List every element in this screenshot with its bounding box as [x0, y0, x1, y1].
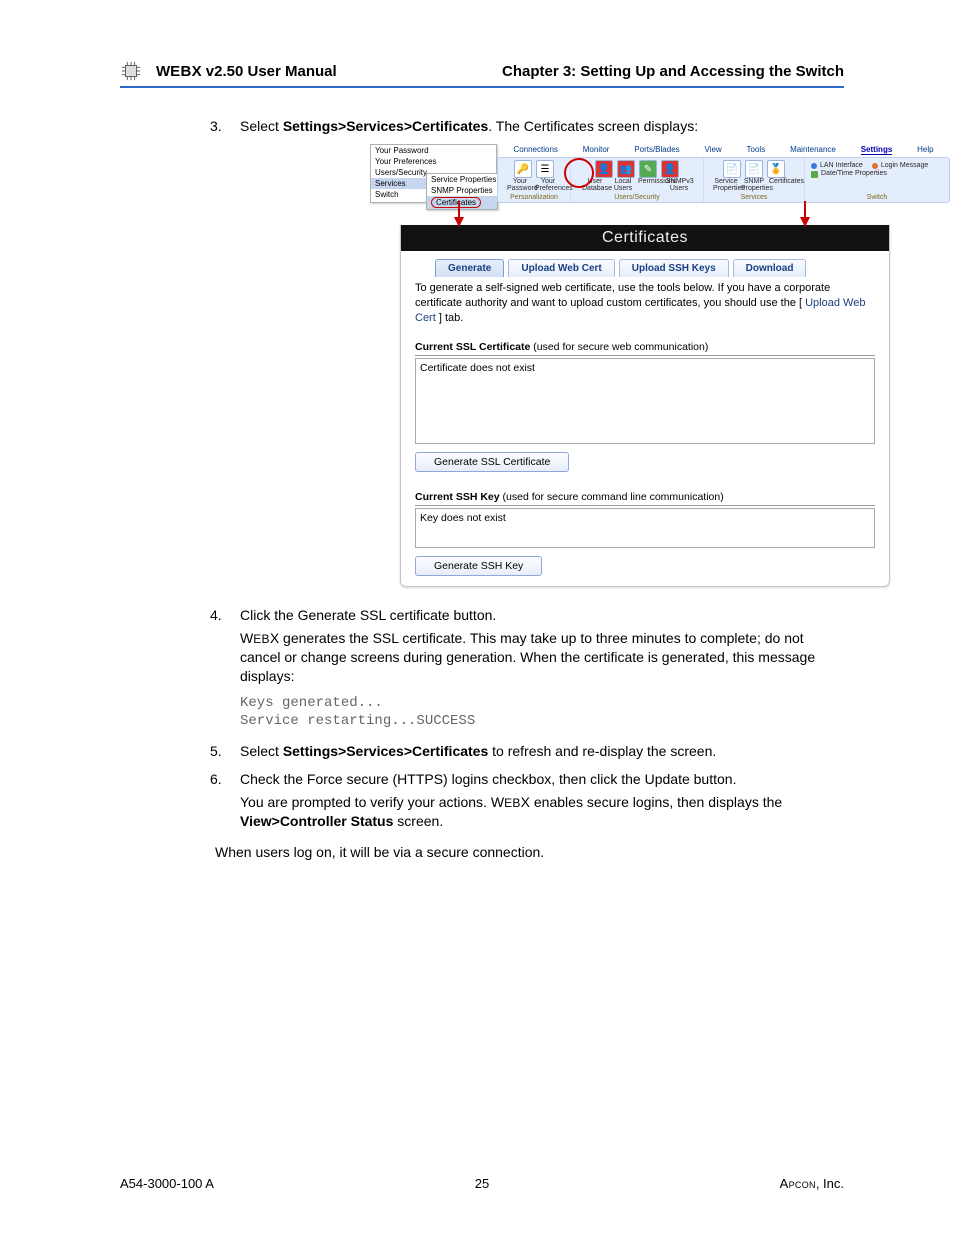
menu-view[interactable]: View: [704, 145, 721, 155]
callout-arrows: [370, 203, 950, 231]
embedded-screenshot: Your Password Your Preferences Users/Sec…: [370, 144, 950, 587]
ssl-cert-textbox: Certificate does not exist: [415, 358, 875, 444]
tab-generate[interactable]: Generate: [435, 259, 504, 277]
step-4-paragraph: WEBX generates the SSL certificate. This…: [240, 629, 844, 686]
tab-upload-ssh-keys[interactable]: Upload SSH Keys: [619, 259, 729, 277]
user-db-icon[interactable]: 👤: [595, 160, 613, 178]
certificates-icon[interactable]: 🏅: [767, 160, 785, 178]
step-3: 3. Select Settings>Services>Certificates…: [240, 118, 844, 587]
tb-services: 📄 📄 🏅 Service Properties SNMP Properties…: [704, 158, 805, 202]
lan-interface-link[interactable]: LAN Interface Login Message: [811, 162, 928, 170]
menu-maintenance[interactable]: Maintenance: [790, 145, 836, 155]
ssh-key-textbox: Key does not exist: [415, 508, 875, 548]
step-6: 6. Check the Force secure (HTTPS) logins…: [240, 771, 844, 831]
footer-company: Apcon, Inc.: [780, 1176, 844, 1191]
menu-help[interactable]: Help: [917, 145, 933, 155]
snmpv3-users-icon[interactable]: 👤: [661, 160, 679, 178]
generate-ssh-button[interactable]: Generate SSH Key: [415, 556, 542, 576]
step-number: 5.: [210, 743, 222, 759]
dd-your-preferences[interactable]: Your Preferences: [371, 156, 496, 167]
highlight-circle-icon: [564, 158, 594, 188]
menu-settings[interactable]: Settings: [861, 145, 893, 155]
ribbon-toolbar: 🔑 ☰ Your Password Your Preferences Perso…: [497, 157, 950, 203]
menu-tools[interactable]: Tools: [747, 145, 766, 155]
certificates-panel: Certificates Generate Upload Web Cert Up…: [400, 225, 890, 587]
permissions-icon[interactable]: ✎: [639, 160, 657, 178]
menu-connections[interactable]: Connections: [513, 145, 557, 155]
menubar: Connections Monitor Ports/Blades View To…: [497, 144, 950, 157]
closing-paragraph: When users log on, it will be via a secu…: [215, 843, 844, 862]
menu-ports-blades[interactable]: Ports/Blades: [634, 145, 679, 155]
cert-tabs: Generate Upload Web Cert Upload SSH Keys…: [401, 251, 889, 277]
tb-switch: LAN Interface Login Message Date/Time Pr…: [805, 158, 949, 202]
preferences-icon[interactable]: ☰: [536, 160, 554, 178]
step-number: 6.: [210, 771, 222, 787]
password-icon[interactable]: 🔑: [514, 160, 532, 178]
snmp-props-icon[interactable]: 📄: [745, 160, 763, 178]
ssh-section-header: Current SSH Key (used for secure command…: [415, 490, 875, 506]
step-number: 4.: [210, 607, 222, 623]
settings-dropdown[interactable]: Your Password Your Preferences Users/Sec…: [370, 144, 497, 203]
page-header: WEBX v2.50 User Manual Chapter 3: Settin…: [120, 60, 844, 88]
menu-monitor[interactable]: Monitor: [583, 145, 610, 155]
console-output: Keys generated... Service restarting...S…: [240, 694, 844, 732]
page-footer: A54-3000-100 A 25 Apcon, Inc.: [120, 1176, 844, 1191]
breadcrumb-path: Settings>Services>Certificates: [283, 743, 488, 759]
sub-service-properties[interactable]: Service Properties: [427, 174, 497, 185]
tab-upload-web-cert[interactable]: Upload Web Cert: [508, 259, 614, 277]
step-4: 4. Click the Generate SSL certificate bu…: [240, 607, 844, 731]
dd-your-password[interactable]: Your Password: [371, 145, 496, 156]
breadcrumb-path: Settings>Services>Certificates: [283, 118, 488, 134]
step-6-paragraph: You are prompted to verify your actions.…: [240, 793, 844, 831]
footer-page-number: 25: [475, 1176, 489, 1191]
tab-download[interactable]: Download: [733, 259, 807, 277]
generate-ssl-button[interactable]: Generate SSL Certificate: [415, 452, 569, 472]
local-users-icon[interactable]: 👥: [617, 160, 635, 178]
service-props-icon[interactable]: 📄: [723, 160, 741, 178]
header-left: WEBX v2.50 User Manual: [156, 63, 502, 80]
step-5: 5. Select Settings>Services>Certificates…: [240, 743, 844, 759]
tb-personalization: 🔑 ☰ Your Password Your Preferences Perso…: [498, 158, 571, 202]
step-number: 3.: [210, 118, 222, 134]
ssl-section-header: Current SSL Certificate (used for secure…: [415, 340, 875, 356]
footer-doc-id: A54-3000-100 A: [120, 1176, 214, 1191]
chip-icon: [120, 60, 142, 82]
header-right: Chapter 3: Setting Up and Accessing the …: [502, 63, 844, 80]
sub-snmp-properties[interactable]: SNMP Properties: [427, 185, 497, 196]
date-time-link[interactable]: Date/Time Properties: [811, 170, 928, 178]
